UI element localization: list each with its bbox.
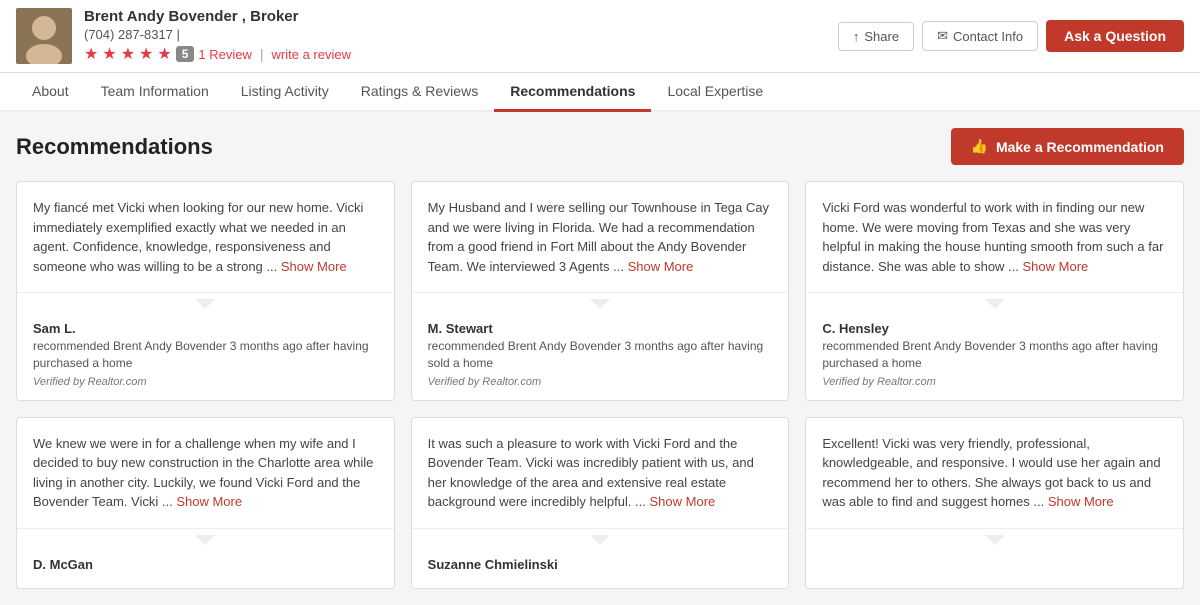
star-2: ★ [102, 44, 116, 64]
rec-sub-1: recommended Brent Andy Bovender 3 months… [428, 338, 773, 372]
show-more-0[interactable]: Show More [281, 259, 347, 274]
notch-4 [412, 529, 789, 545]
rec-body-5: Excellent! Vicki was very friendly, prof… [806, 418, 1183, 529]
rec-author-0: Sam L. [33, 321, 378, 336]
rec-body-0: My fiancé met Vicki when looking for our… [17, 182, 394, 293]
rec-body-4: It was such a pleasure to work with Vick… [412, 418, 789, 529]
broker-info: Brent Andy Bovender , Broker (704) 287-8… [84, 8, 351, 64]
star-1: ★ [84, 44, 98, 64]
nav-recommendations[interactable]: Recommendations [494, 73, 651, 112]
rec-footer-5 [806, 545, 1183, 573]
rec-card-4: It was such a pleasure to work with Vick… [411, 417, 790, 589]
make-rec-label: Make a Recommendation [996, 139, 1164, 155]
rec-footer-1: M. Stewart recommended Brent Andy Bovend… [412, 309, 789, 400]
rec-author-2: C. Hensley [822, 321, 1167, 336]
share-button[interactable]: ↑ Share [838, 22, 914, 51]
rec-text-2: Vicki Ford was wonderful to work with in… [822, 200, 1163, 274]
stars-row: ★ ★ ★ ★ ★ 5 1 Review | write a review [84, 44, 351, 64]
rec-footer-3: D. McGan [17, 545, 394, 588]
notch-3 [17, 529, 394, 545]
share-label: Share [864, 29, 899, 44]
nav-listing-activity[interactable]: Listing Activity [225, 73, 345, 112]
nav-ratings-reviews[interactable]: Ratings & Reviews [345, 73, 495, 112]
review-divider: | [260, 46, 264, 62]
rec-card-5: Excellent! Vicki was very friendly, prof… [805, 417, 1184, 589]
notch-2 [806, 293, 1183, 309]
star-3: ★ [121, 44, 135, 64]
show-more-2[interactable]: Show More [1023, 259, 1089, 274]
rec-card-3: We knew we were in for a challenge when … [16, 417, 395, 589]
main-content: Recommendations 👍 Make a Recommendation … [0, 112, 1200, 605]
ask-question-button[interactable]: Ask a Question [1046, 20, 1184, 52]
rec-card-0: My fiancé met Vicki when looking for our… [16, 181, 395, 401]
notch-1 [412, 293, 789, 309]
show-more-1[interactable]: Show More [628, 259, 694, 274]
broker-profile: Brent Andy Bovender , Broker (704) 287-8… [16, 8, 351, 64]
rec-author-4: Suzanne Chmielinski [428, 557, 773, 572]
star-4: ★ [139, 44, 153, 64]
rec-body-3: We knew we were in for a challenge when … [17, 418, 394, 529]
rec-body-1: My Husband and I were selling our Townho… [412, 182, 789, 293]
mail-icon: ✉ [937, 28, 948, 44]
section-title: Recommendations [16, 134, 213, 160]
review-badge: 5 [176, 46, 195, 62]
show-more-4[interactable]: Show More [650, 494, 716, 509]
review-count[interactable]: 1 Review [198, 47, 251, 62]
page-header: Brent Andy Bovender , Broker (704) 287-8… [0, 0, 1200, 73]
contact-button[interactable]: ✉ Contact Info [922, 21, 1038, 51]
rec-author-1: M. Stewart [428, 321, 773, 336]
phone-divider: | [177, 27, 180, 42]
share-icon: ↑ [853, 29, 860, 44]
contact-label: Contact Info [953, 29, 1023, 44]
nav-team-information[interactable]: Team Information [85, 73, 225, 112]
rec-footer-0: Sam L. recommended Brent Andy Bovender 3… [17, 309, 394, 400]
thumbsup-icon: 👍 [971, 138, 988, 155]
rec-text-1: My Husband and I were selling our Townho… [428, 200, 769, 274]
broker-phone-row: (704) 287-8317 | [84, 27, 351, 42]
show-more-5[interactable]: Show More [1048, 494, 1114, 509]
broker-name: Brent Andy Bovender , Broker [84, 8, 351, 25]
make-recommendation-button[interactable]: 👍 Make a Recommendation [951, 128, 1185, 165]
notch-5 [806, 529, 1183, 545]
header-actions: ↑ Share ✉ Contact Info Ask a Question [838, 20, 1184, 52]
notch-0 [17, 293, 394, 309]
section-header: Recommendations 👍 Make a Recommendation [16, 128, 1184, 165]
rec-card-2: Vicki Ford was wonderful to work with in… [805, 181, 1184, 401]
star-5: ★ [157, 44, 171, 64]
avatar [16, 8, 72, 64]
main-nav: About Team Information Listing Activity … [0, 73, 1200, 112]
rec-footer-4: Suzanne Chmielinski [412, 545, 789, 588]
rec-sub-2: recommended Brent Andy Bovender 3 months… [822, 338, 1167, 372]
rec-footer-2: C. Hensley recommended Brent Andy Bovend… [806, 309, 1183, 400]
nav-local-expertise[interactable]: Local Expertise [651, 73, 779, 112]
rec-body-2: Vicki Ford was wonderful to work with in… [806, 182, 1183, 293]
rec-author-3: D. McGan [33, 557, 378, 572]
rec-verified-1: Verified by Realtor.com [428, 376, 773, 388]
recommendations-grid: My fiancé met Vicki when looking for our… [16, 181, 1184, 589]
ask-label: Ask a Question [1064, 28, 1166, 44]
write-review-link[interactable]: write a review [272, 47, 351, 62]
rec-verified-2: Verified by Realtor.com [822, 376, 1167, 388]
nav-about[interactable]: About [16, 73, 85, 112]
show-more-3[interactable]: Show More [176, 494, 242, 509]
broker-phone: (704) 287-8317 [84, 27, 173, 42]
rec-sub-0: recommended Brent Andy Bovender 3 months… [33, 338, 378, 372]
rec-verified-0: Verified by Realtor.com [33, 376, 378, 388]
rec-card-1: My Husband and I were selling our Townho… [411, 181, 790, 401]
